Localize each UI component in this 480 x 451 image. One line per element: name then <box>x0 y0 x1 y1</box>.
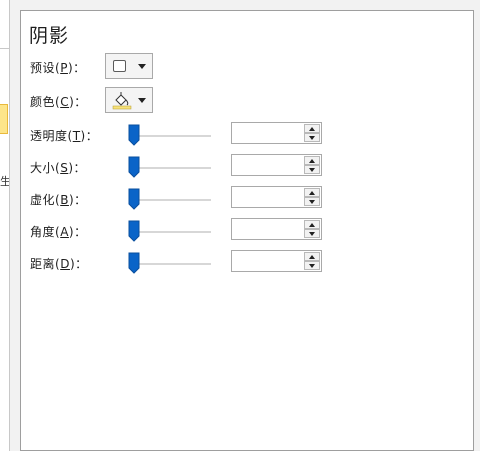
distance-spinbox[interactable] <box>231 250 322 272</box>
nav-selected-item[interactable] <box>0 104 8 134</box>
transparency-label: 透明度(T)： <box>30 129 99 143</box>
blur-label: 虚化(B)： <box>30 193 87 207</box>
angle-row: 角度(A)： <box>21 217 475 245</box>
spin-up-button[interactable] <box>304 124 320 133</box>
transparency-row: 透明度(T)： <box>21 121 475 149</box>
angle-slider-track[interactable] <box>133 231 211 233</box>
distance-slider-track[interactable] <box>133 263 211 265</box>
spin-up-button[interactable] <box>304 188 320 197</box>
color-label: 颜色(C)： <box>30 95 87 109</box>
preset-dropdown[interactable] <box>105 53 153 79</box>
size-slider-track[interactable] <box>133 167 211 169</box>
section-title: 阴影 <box>29 25 70 47</box>
spin-down-button[interactable] <box>304 197 320 206</box>
size-row: 大小(S)： <box>21 153 475 181</box>
panel-gap <box>10 0 20 451</box>
dropdown-arrow-icon <box>138 64 146 69</box>
blur-spinbox[interactable] <box>231 186 322 208</box>
paint-bucket-icon <box>112 92 132 110</box>
angle-spinbox[interactable] <box>231 218 322 240</box>
spin-up-button[interactable] <box>304 252 320 261</box>
spin-down-button[interactable] <box>304 133 320 142</box>
color-dropdown[interactable] <box>105 87 153 113</box>
spin-down-button[interactable] <box>304 229 320 238</box>
left-navigation-strip: 生 <box>0 0 10 451</box>
distance-slider-thumb[interactable] <box>128 252 140 274</box>
size-spinbox[interactable] <box>231 154 322 176</box>
dropdown-arrow-icon <box>138 98 146 103</box>
spin-up-button[interactable] <box>304 220 320 229</box>
preset-label: 预设(P)： <box>30 61 86 75</box>
nav-item-fragment[interactable]: 生 <box>0 173 9 189</box>
distance-label: 距离(D)： <box>30 257 88 271</box>
square-outline-icon <box>113 60 126 72</box>
angle-label: 角度(A)： <box>30 225 87 239</box>
size-slider-thumb[interactable] <box>128 156 140 178</box>
size-label: 大小(S)： <box>30 161 87 175</box>
top-margin <box>20 0 474 10</box>
spin-down-button[interactable] <box>304 165 320 174</box>
transparency-slider-track[interactable] <box>133 135 211 137</box>
color-row: 颜色(C)： <box>21 87 475 115</box>
nav-divider <box>0 48 9 49</box>
spin-up-button[interactable] <box>304 156 320 165</box>
blur-row: 虚化(B)： <box>21 185 475 213</box>
angle-slider-thumb[interactable] <box>128 220 140 242</box>
spin-down-button[interactable] <box>304 261 320 270</box>
format-shadow-panel: 阴影 预设(P)： 颜色(C)： 透明度(T)： 大小(S)： 虚化(B)： 角… <box>20 10 474 451</box>
blur-slider-thumb[interactable] <box>128 188 140 210</box>
blur-slider-track[interactable] <box>133 199 211 201</box>
preset-row: 预设(P)： <box>21 53 475 81</box>
transparency-slider-thumb[interactable] <box>128 124 140 146</box>
transparency-spinbox[interactable] <box>231 122 322 144</box>
distance-row: 距离(D)： <box>21 249 475 277</box>
